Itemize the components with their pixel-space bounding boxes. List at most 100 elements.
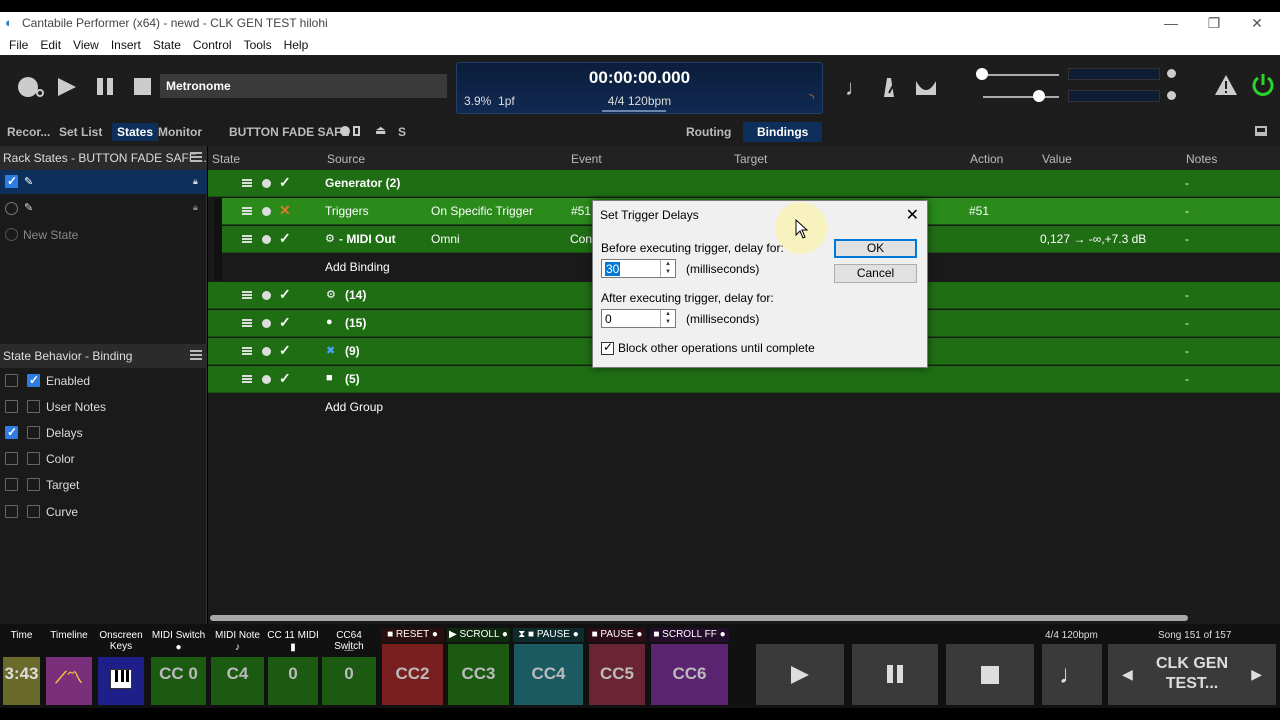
behavior-item-curve[interactable]: Curve <box>0 499 207 523</box>
state-radio[interactable] <box>5 202 18 215</box>
drag-handle-icon[interactable] <box>242 207 252 215</box>
col-event[interactable]: Event <box>571 152 602 166</box>
table-row[interactable]: ✓ ■ (5) - <box>208 366 1280 393</box>
state-item-1[interactable]: ✎ 🔒︎ <box>0 170 207 194</box>
col-action[interactable]: Action <box>970 152 1003 166</box>
check-icon[interactable]: ✓ <box>279 286 291 303</box>
menu-icon[interactable] <box>190 350 202 360</box>
col-notes[interactable]: Notes <box>1186 152 1217 166</box>
behavior-lock-checkbox[interactable] <box>5 478 18 491</box>
rack-s-label[interactable]: S <box>398 125 406 139</box>
enabled-dot-icon[interactable] <box>262 235 271 244</box>
metronome-icon[interactable] <box>879 75 899 99</box>
clock-display[interactable]: 00:00:00.000 3.9% 1pf 4/4 120bpm ◝ <box>456 62 823 114</box>
stop-button[interactable] <box>134 78 151 95</box>
behavior-checkbox[interactable] <box>27 505 40 518</box>
bottom-cell-time[interactable]: Time 3:43 <box>2 624 41 708</box>
close-button[interactable]: ✕ <box>1235 12 1279 34</box>
bottom-cell-cc64[interactable]: CC64 Switch ⏊ 0 <box>321 624 377 708</box>
enabled-dot-icon[interactable] <box>262 179 271 188</box>
balance-slider-knob[interactable] <box>1033 90 1045 102</box>
menu-view[interactable]: View <box>68 38 104 52</box>
spin-up-icon[interactable]: ▲ <box>661 260 675 268</box>
add-group-label[interactable]: Add Group <box>325 400 383 414</box>
next-song-icon[interactable]: ▶ <box>1251 666 1262 683</box>
menu-edit[interactable]: Edit <box>35 38 66 52</box>
minimize-button[interactable]: — <box>1149 12 1193 34</box>
bottom-pause-button[interactable] <box>852 644 938 705</box>
bottom-cell-onscreen-keys[interactable]: Onscreen Keys <box>97 624 145 708</box>
song-selector[interactable]: ◀ CLK GEN TEST... ▶ <box>1108 644 1276 705</box>
enabled-dot-icon[interactable] <box>262 375 271 384</box>
check-icon[interactable]: ✓ <box>279 314 291 331</box>
tab-routing[interactable]: Routing <box>686 125 731 139</box>
ok-button[interactable]: OK <box>834 239 917 258</box>
drag-handle-icon[interactable] <box>242 291 252 299</box>
add-group-row[interactable]: Add Group <box>208 394 1280 421</box>
behavior-checkbox[interactable] <box>27 478 40 491</box>
behavior-item-color[interactable]: Color <box>0 446 207 470</box>
col-state[interactable]: State <box>212 152 240 166</box>
lock-icon[interactable]: 🔒︎ <box>193 202 198 213</box>
drag-handle-icon[interactable] <box>242 319 252 327</box>
check-icon[interactable]: ✓ <box>279 370 291 387</box>
check-icon[interactable]: ✓ <box>279 342 291 359</box>
behavior-checkbox[interactable] <box>27 426 40 439</box>
tab-states[interactable]: States <box>112 123 159 141</box>
behavior-lock-checkbox[interactable] <box>5 400 18 413</box>
enabled-dot-icon[interactable] <box>262 347 271 356</box>
bottom-cell-cc11[interactable]: CC 11 MIDI ▮ 0 <box>267 624 319 708</box>
menu-control[interactable]: Control <box>188 38 237 52</box>
panel-toggle-icon[interactable] <box>1255 126 1267 136</box>
menu-insert[interactable]: Insert <box>106 38 146 52</box>
horizontal-scrollbar[interactable] <box>208 612 1280 624</box>
bottom-cell-scroll-ff[interactable]: ■ SCROLL FF ● CC6 <box>650 624 729 708</box>
behavior-item-delays[interactable]: Delays <box>0 420 207 444</box>
behavior-lock-checkbox[interactable] <box>5 425 18 439</box>
drag-handle-icon[interactable] <box>242 375 252 383</box>
power-icon[interactable] <box>1250 72 1276 98</box>
volume-slider-track[interactable] <box>983 74 1059 76</box>
cancel-button[interactable]: Cancel <box>834 264 917 283</box>
selected-item-field[interactable]: Metronome <box>160 74 447 98</box>
table-row[interactable]: ✓ Generator (2) - <box>208 170 1280 197</box>
rack-battery-icon[interactable] <box>353 126 360 136</box>
tab-bindings[interactable]: Bindings <box>743 122 823 142</box>
drag-handle-icon[interactable] <box>242 235 252 243</box>
drag-handle-icon[interactable] <box>242 347 252 355</box>
lock-icon[interactable]: 🔒︎ <box>193 176 198 187</box>
bottom-stop-button[interactable] <box>946 644 1034 705</box>
behavior-checkbox[interactable] <box>27 400 40 413</box>
enabled-dot-icon[interactable] <box>262 207 271 216</box>
bottom-cell-pause-1[interactable]: ⧗ ■ PAUSE ● CC4 <box>513 624 584 708</box>
eject-icon[interactable]: ⏏ <box>375 123 386 137</box>
check-icon[interactable]: ✓ <box>279 230 291 247</box>
after-delay-input[interactable]: 0 ▲ ▼ <box>601 309 676 328</box>
tab-recordings[interactable]: Recor... <box>7 125 50 139</box>
menu-help[interactable]: Help <box>279 38 314 52</box>
bottom-play-button[interactable] <box>756 644 844 705</box>
add-binding-label[interactable]: Add Binding <box>325 260 390 274</box>
bottom-cell-midi-switch[interactable]: MIDI Switch ● CC 0 <box>150 624 207 708</box>
spin-arrows[interactable]: ▲ ▼ <box>660 260 675 277</box>
bottom-cell-timeline[interactable]: Timeline ⟋〽 <box>45 624 93 708</box>
bottom-cell-midi-note[interactable]: MIDI Note ♪ C4 <box>210 624 265 708</box>
bottom-cell-pause-2[interactable]: ■ PAUSE ● CC5 <box>588 624 646 708</box>
menu-tools[interactable]: Tools <box>239 38 277 52</box>
behavior-item-target[interactable]: Target <box>0 472 207 496</box>
state-item-2[interactable]: ✎ 🔒︎ <box>0 196 207 220</box>
menu-icon[interactable] <box>190 152 202 162</box>
new-state-item[interactable]: New State <box>0 223 207 247</box>
maximize-button[interactable]: ❐ <box>1192 12 1236 34</box>
volume-slider-knob[interactable] <box>976 68 988 80</box>
state-active-checkbox[interactable] <box>5 174 18 188</box>
enabled-dot-icon[interactable] <box>262 319 271 328</box>
metronome-note-icon[interactable]: ♩ <box>845 75 867 101</box>
tab-set-list[interactable]: Set List <box>59 125 102 139</box>
drag-handle-icon[interactable] <box>242 179 252 187</box>
behavior-item-enabled[interactable]: Enabled <box>0 368 207 392</box>
spin-arrows[interactable]: ▲ ▼ <box>660 310 675 327</box>
disabled-x-icon[interactable]: ✕ <box>279 202 291 219</box>
menu-state[interactable]: State <box>148 38 186 52</box>
behavior-checkbox[interactable] <box>27 452 40 465</box>
